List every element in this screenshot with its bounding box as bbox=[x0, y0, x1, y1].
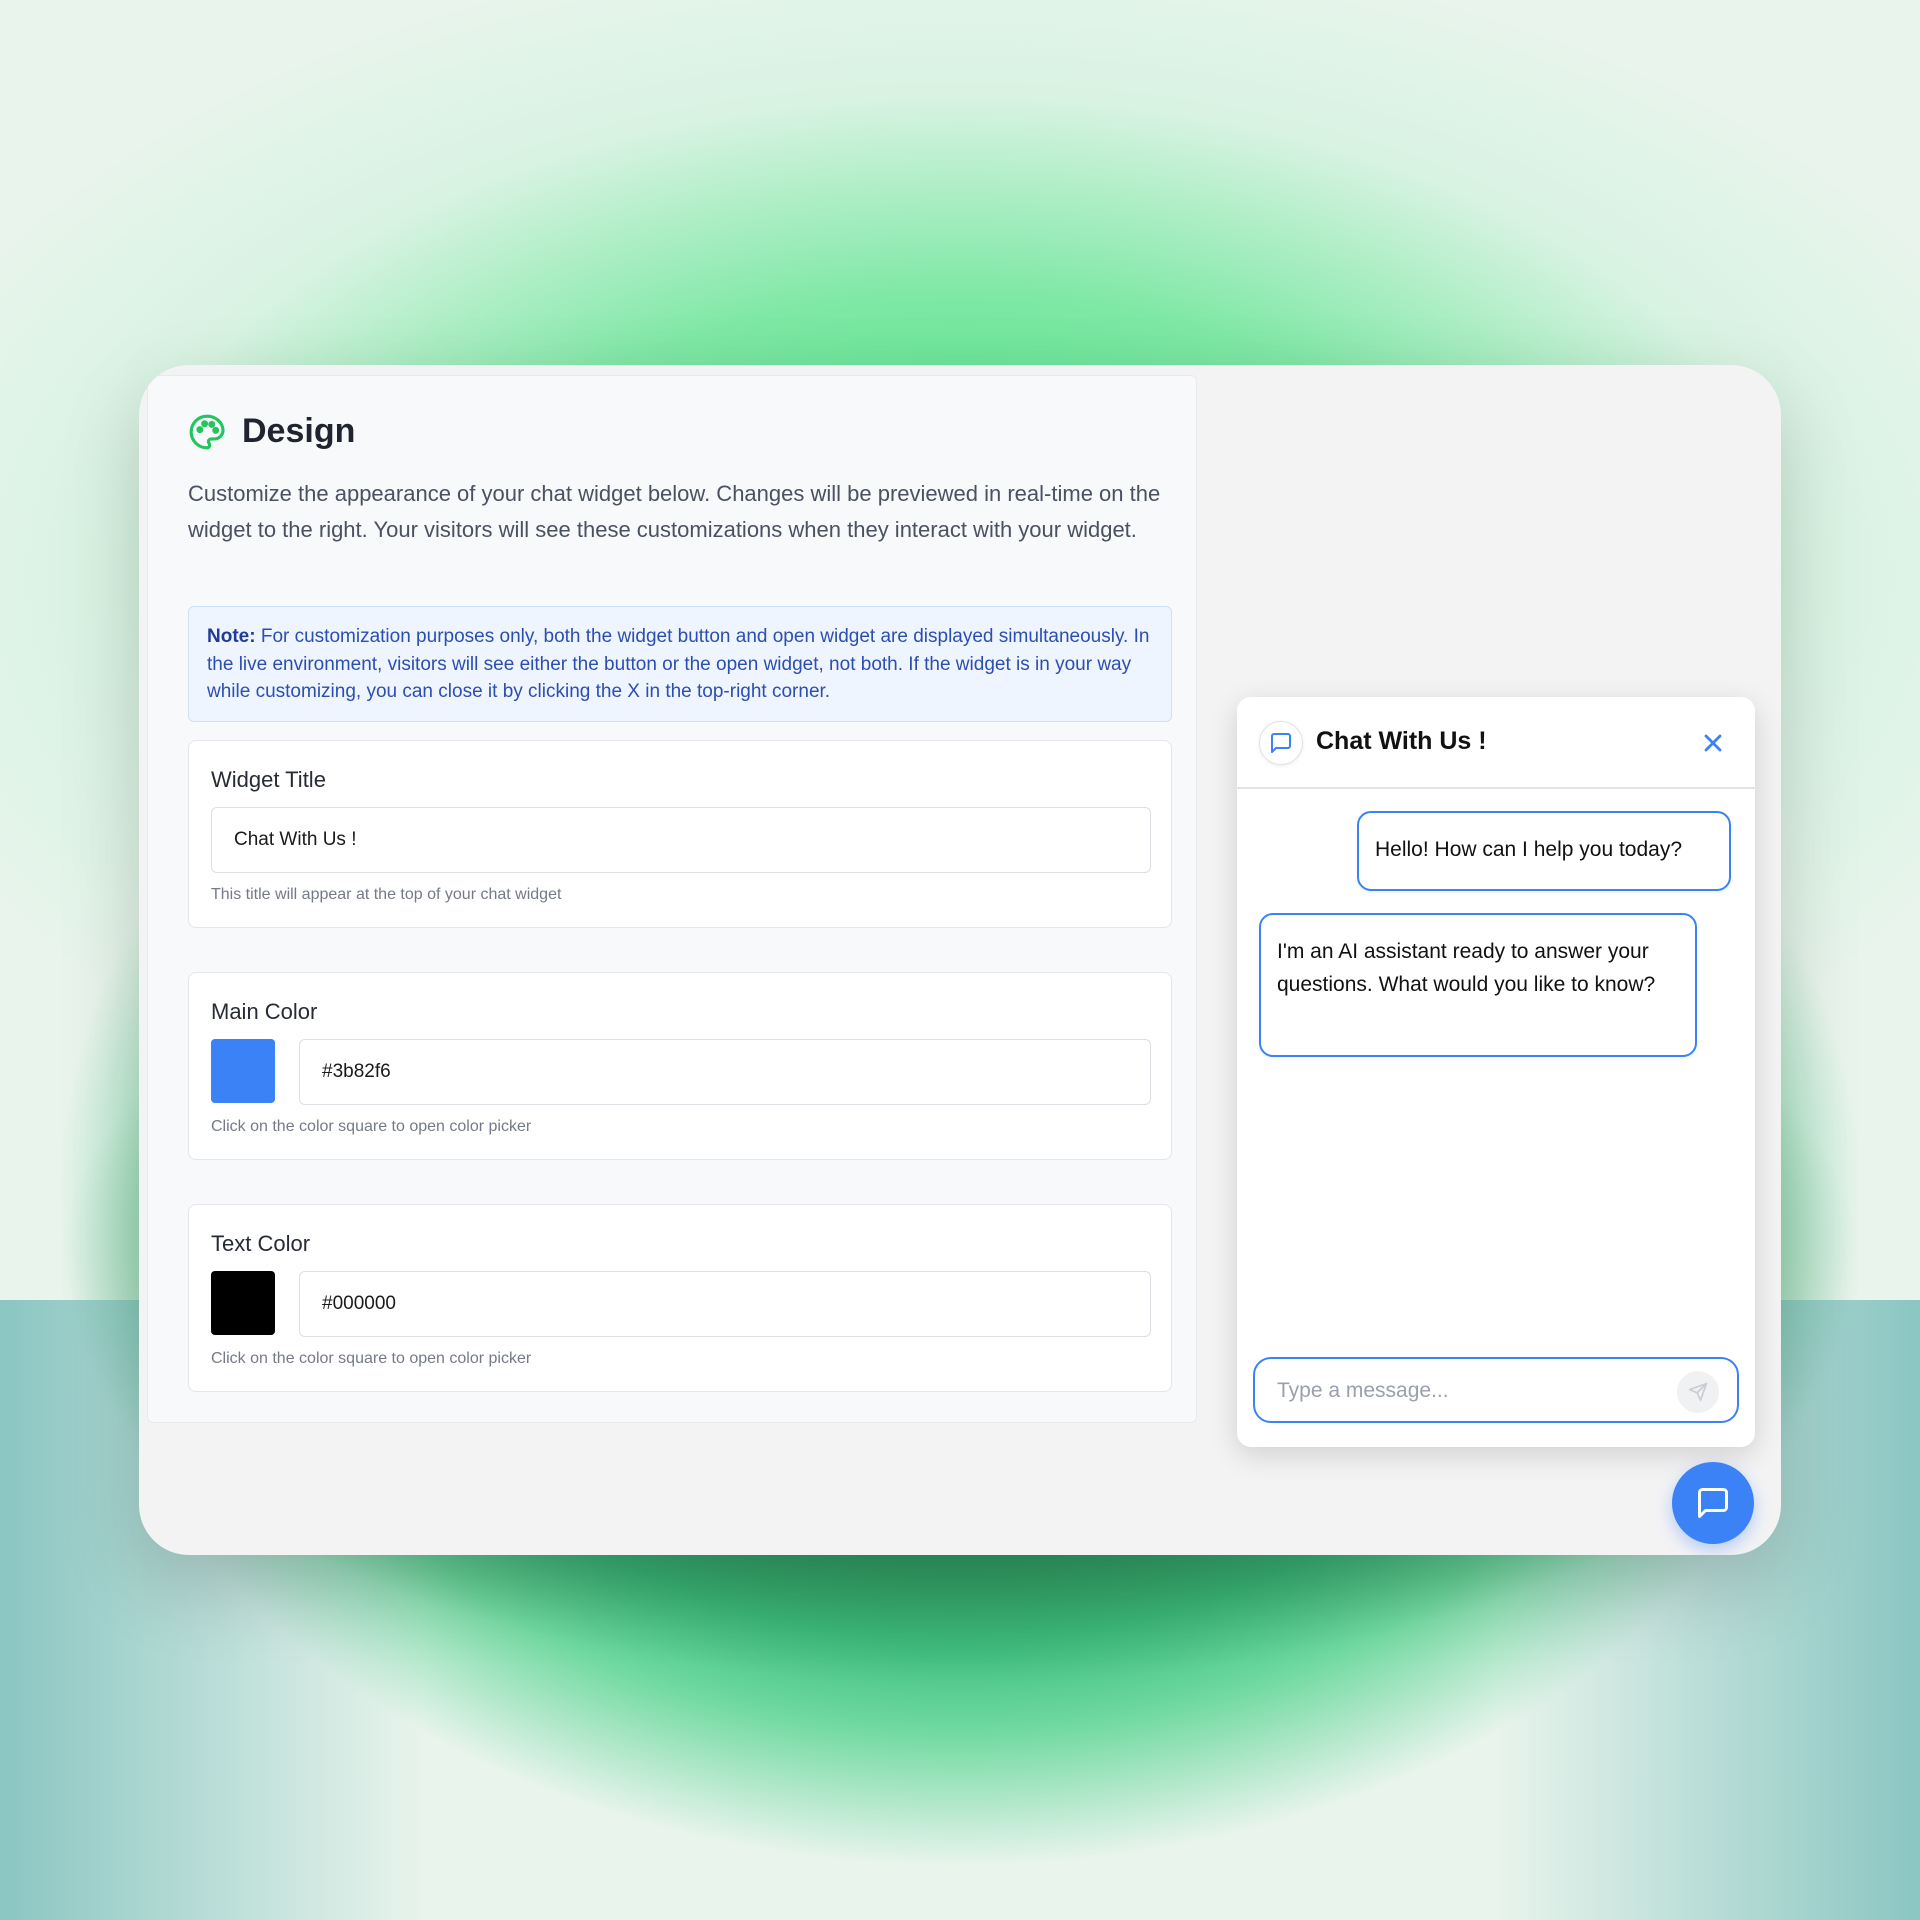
widget-title-help: This title will appear at the top of you… bbox=[211, 886, 562, 903]
main-color-help: Click on the color square to open color … bbox=[211, 1118, 532, 1135]
main-color-card: Main Color #3b82f6 Click on the color sq… bbox=[188, 972, 1172, 1160]
widget-title-input[interactable]: Chat With Us ! bbox=[211, 807, 1151, 873]
design-panel: Design Customize the appearance of your … bbox=[147, 375, 1197, 1423]
text-color-swatch[interactable] bbox=[211, 1271, 275, 1335]
send-button[interactable] bbox=[1677, 1371, 1719, 1413]
text-color-input[interactable]: #000000 bbox=[299, 1271, 1151, 1337]
design-header: Design bbox=[188, 412, 355, 451]
page-title: Design bbox=[242, 412, 356, 450]
close-icon[interactable] bbox=[1699, 729, 1727, 757]
chat-message: Hello! How can I help you today? bbox=[1357, 811, 1731, 891]
chat-launcher-button[interactable] bbox=[1672, 1462, 1754, 1544]
chat-avatar bbox=[1259, 721, 1303, 765]
main-color-swatch[interactable] bbox=[211, 1039, 275, 1103]
chat-bubble-icon bbox=[1271, 733, 1291, 753]
chat-bubble-icon bbox=[1698, 1488, 1728, 1518]
text-color-help: Click on the color square to open color … bbox=[211, 1350, 532, 1367]
message-input[interactable] bbox=[1277, 1373, 1667, 1409]
send-icon bbox=[1688, 1382, 1708, 1402]
chat-widget-preview: Chat With Us ! Hello! How can I help you… bbox=[1237, 697, 1755, 1447]
note-text: For customization purposes only, both th… bbox=[207, 626, 1150, 702]
app-window: Design Customize the appearance of your … bbox=[139, 365, 1781, 1555]
text-color-card: Text Color #000000 Click on the color sq… bbox=[188, 1204, 1172, 1392]
text-color-label: Text Color bbox=[211, 1231, 311, 1256]
message-composer bbox=[1253, 1357, 1739, 1423]
design-description: Customize the appearance of your chat wi… bbox=[188, 481, 1161, 542]
info-note: Note: For customization purposes only, b… bbox=[188, 606, 1172, 722]
chat-message: I'm an AI assistant ready to answer your… bbox=[1259, 913, 1697, 1057]
palette-icon bbox=[189, 414, 225, 449]
chat-widget-title: Chat With Us ! bbox=[1316, 727, 1487, 755]
widget-title-card: Widget Title Chat With Us ! This title w… bbox=[188, 740, 1172, 928]
chat-widget-header: Chat With Us ! bbox=[1237, 697, 1755, 789]
widget-title-label: Widget Title bbox=[211, 767, 326, 792]
main-color-label: Main Color bbox=[211, 999, 318, 1024]
note-label: Note: bbox=[207, 626, 256, 647]
main-color-input[interactable]: #3b82f6 bbox=[299, 1039, 1151, 1105]
